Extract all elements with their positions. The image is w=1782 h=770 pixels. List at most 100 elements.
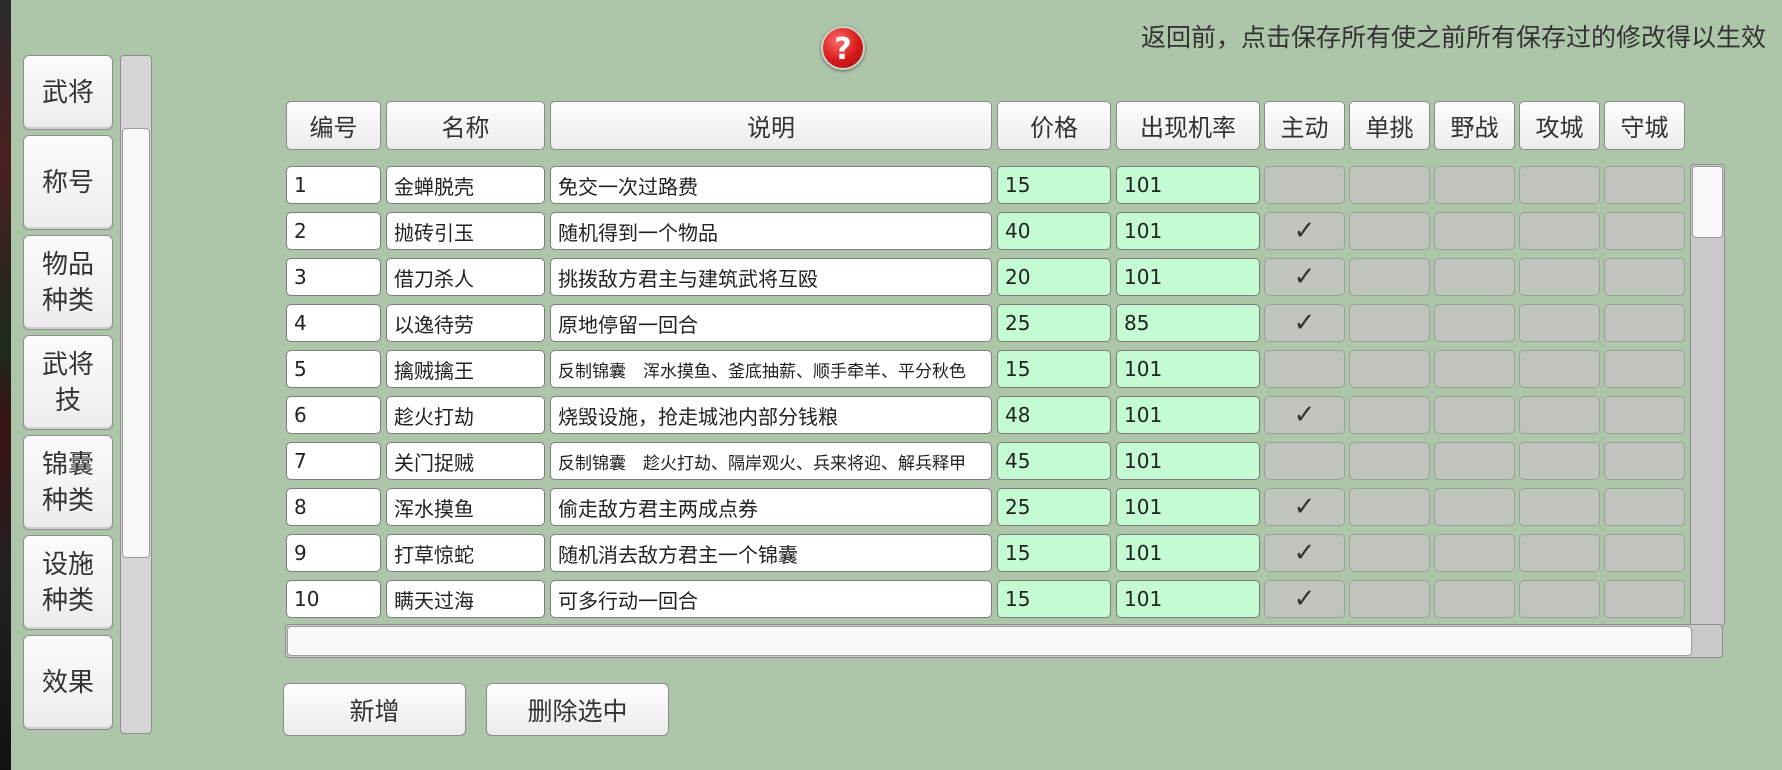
cell-id[interactable]: 8: [286, 488, 381, 526]
cell-appear-rate[interactable]: 101: [1116, 350, 1260, 388]
cell-active[interactable]: ✓: [1264, 258, 1345, 296]
cell-siege[interactable]: [1519, 166, 1600, 204]
cell-siege[interactable]: [1519, 304, 1600, 342]
cell-duel[interactable]: [1349, 350, 1430, 388]
cell-name[interactable]: 浑水摸鱼: [386, 488, 545, 526]
cell-appear-rate[interactable]: 101: [1116, 258, 1260, 296]
header-duel[interactable]: 单挑: [1349, 101, 1430, 150]
cell-id[interactable]: 9: [286, 534, 381, 572]
cell-duel[interactable]: [1349, 580, 1430, 618]
cell-active[interactable]: ✓: [1264, 488, 1345, 526]
cell-duel[interactable]: [1349, 212, 1430, 250]
cell-description[interactable]: 挑拨敌方君主与建筑武将互殴: [550, 258, 992, 296]
cell-duel[interactable]: [1349, 304, 1430, 342]
header-appear-rate[interactable]: 出现机率: [1116, 101, 1260, 150]
header-active[interactable]: 主动: [1264, 101, 1345, 150]
cell-siege[interactable]: [1519, 396, 1600, 434]
cell-defense[interactable]: [1604, 580, 1685, 618]
table-row[interactable]: 6 趁火打劫 烧毁设施，抢走城池内部分钱粮 48 101 ✓: [0, 394, 1782, 440]
cell-description[interactable]: 随机消去敌方君主一个锦囊: [550, 534, 992, 572]
cell-appear-rate[interactable]: 101: [1116, 166, 1260, 204]
header-id[interactable]: 编号: [286, 101, 381, 150]
cell-field-battle[interactable]: [1434, 580, 1515, 618]
cell-description[interactable]: 反制锦囊 趁火打劫、隔岸观火、兵来将迎、解兵释甲: [550, 442, 992, 480]
cell-active[interactable]: ✓: [1264, 304, 1345, 342]
cell-appear-rate[interactable]: 101: [1116, 396, 1260, 434]
cell-price[interactable]: 15: [997, 166, 1111, 204]
delete-selected-button[interactable]: 删除选中: [486, 683, 669, 736]
header-siege[interactable]: 攻城: [1519, 101, 1600, 150]
header-description[interactable]: 说明: [550, 101, 992, 150]
cell-id[interactable]: 6: [286, 396, 381, 434]
cell-siege[interactable]: [1519, 258, 1600, 296]
cell-name[interactable]: 抛砖引玉: [386, 212, 545, 250]
table-horizontal-scrollbar[interactable]: [285, 624, 1723, 658]
cell-field-battle[interactable]: [1434, 396, 1515, 434]
add-button[interactable]: 新增: [283, 683, 466, 736]
cell-price[interactable]: 40: [997, 212, 1111, 250]
cell-field-battle[interactable]: [1434, 258, 1515, 296]
sidebar-item-effects[interactable]: 效果: [23, 635, 113, 730]
cell-duel[interactable]: [1349, 442, 1430, 480]
cell-name[interactable]: 打草惊蛇: [386, 534, 545, 572]
cell-id[interactable]: 4: [286, 304, 381, 342]
table-row[interactable]: 9 打草惊蛇 随机消去敌方君主一个锦囊 15 101 ✓: [0, 532, 1782, 578]
cell-defense[interactable]: [1604, 258, 1685, 296]
cell-description[interactable]: 偷走敌方君主两成点券: [550, 488, 992, 526]
cell-defense[interactable]: [1604, 488, 1685, 526]
table-row[interactable]: 4 以逸待劳 原地停留一回合 25 85 ✓: [0, 302, 1782, 348]
cell-description[interactable]: 随机得到一个物品: [550, 212, 992, 250]
header-name[interactable]: 名称: [386, 101, 545, 150]
cell-price[interactable]: 25: [997, 488, 1111, 526]
cell-name[interactable]: 金蝉脱壳: [386, 166, 545, 204]
cell-field-battle[interactable]: [1434, 350, 1515, 388]
cell-duel[interactable]: [1349, 534, 1430, 572]
cell-appear-rate[interactable]: 101: [1116, 580, 1260, 618]
cell-duel[interactable]: [1349, 396, 1430, 434]
cell-price[interactable]: 15: [997, 534, 1111, 572]
cell-siege[interactable]: [1519, 212, 1600, 250]
cell-field-battle[interactable]: [1434, 442, 1515, 480]
cell-active[interactable]: ✓: [1264, 534, 1345, 572]
cell-appear-rate[interactable]: 101: [1116, 212, 1260, 250]
cell-active[interactable]: [1264, 350, 1345, 388]
table-row[interactable]: 10 瞒天过海 可多行动一回合 15 101 ✓: [0, 578, 1782, 624]
cell-price[interactable]: 15: [997, 350, 1111, 388]
table-vertical-scrollbar[interactable]: [1690, 164, 1725, 627]
cell-price[interactable]: 20: [997, 258, 1111, 296]
cell-appear-rate[interactable]: 85: [1116, 304, 1260, 342]
cell-description[interactable]: 免交一次过路费: [550, 166, 992, 204]
cell-field-battle[interactable]: [1434, 534, 1515, 572]
cell-field-battle[interactable]: [1434, 166, 1515, 204]
cell-duel[interactable]: [1349, 258, 1430, 296]
cell-description[interactable]: 原地停留一回合: [550, 304, 992, 342]
cell-field-battle[interactable]: [1434, 304, 1515, 342]
cell-price[interactable]: 25: [997, 304, 1111, 342]
header-price[interactable]: 价格: [997, 101, 1111, 150]
table-row[interactable]: 7 关门捉贼 反制锦囊 趁火打劫、隔岸观火、兵来将迎、解兵释甲 45 101: [0, 440, 1782, 486]
cell-price[interactable]: 48: [997, 396, 1111, 434]
cell-name[interactable]: 借刀杀人: [386, 258, 545, 296]
cell-appear-rate[interactable]: 101: [1116, 442, 1260, 480]
cell-defense[interactable]: [1604, 534, 1685, 572]
cell-duel[interactable]: [1349, 488, 1430, 526]
cell-name[interactable]: 瞒天过海: [386, 580, 545, 618]
cell-description[interactable]: 反制锦囊 浑水摸鱼、釜底抽薪、顺手牵羊、平分秋色: [550, 350, 992, 388]
table-row[interactable]: 3 借刀杀人 挑拨敌方君主与建筑武将互殴 20 101 ✓: [0, 256, 1782, 302]
cell-active[interactable]: [1264, 442, 1345, 480]
cell-siege[interactable]: [1519, 580, 1600, 618]
cell-defense[interactable]: [1604, 396, 1685, 434]
cell-active[interactable]: ✓: [1264, 212, 1345, 250]
cell-id[interactable]: 3: [286, 258, 381, 296]
table-row[interactable]: 5 擒贼擒王 反制锦囊 浑水摸鱼、釜底抽薪、顺手牵羊、平分秋色 15 101: [0, 348, 1782, 394]
cell-id[interactable]: 2: [286, 212, 381, 250]
cell-name[interactable]: 擒贼擒王: [386, 350, 545, 388]
header-field-battle[interactable]: 野战: [1434, 101, 1515, 150]
header-defense[interactable]: 守城: [1604, 101, 1685, 150]
cell-field-battle[interactable]: [1434, 212, 1515, 250]
cell-name[interactable]: 趁火打劫: [386, 396, 545, 434]
cell-price[interactable]: 15: [997, 580, 1111, 618]
table-row[interactable]: 1 金蝉脱壳 免交一次过路费 15 101: [0, 164, 1782, 210]
cell-duel[interactable]: [1349, 166, 1430, 204]
cell-appear-rate[interactable]: 101: [1116, 488, 1260, 526]
